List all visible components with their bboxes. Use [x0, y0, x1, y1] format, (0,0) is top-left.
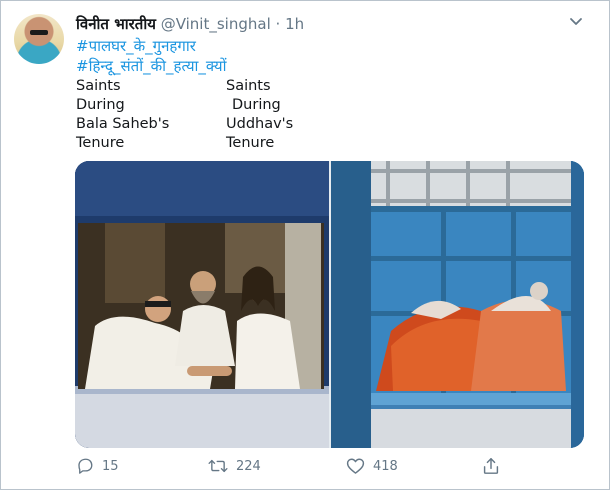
text-column-left: Saints During Bala Saheb's Tenure [76, 77, 169, 153]
retweet-button[interactable]: 224 [208, 457, 261, 475]
retweet-count: 224 [236, 458, 261, 474]
hashtag-palghar[interactable]: #पालघर_के_गुनहगार [76, 36, 196, 56]
share-icon [483, 458, 499, 474]
text-line: Tenure [76, 135, 125, 151]
like-icon [346, 458, 365, 474]
hashtag-hindu-saints[interactable]: #हिन्दू_संतों_की_हत्या_क्यों [76, 56, 227, 76]
text-line: Saints [226, 78, 271, 94]
text-line: Saints [76, 78, 121, 94]
text-line: Bala Saheb's [76, 116, 170, 132]
media-grid [75, 161, 584, 448]
chevron-down-icon[interactable] [568, 16, 584, 28]
reply-button[interactable]: 15 [76, 457, 119, 475]
action-bar: 15 224 418 [0, 457, 610, 479]
text-line: Uddhav's [226, 116, 294, 132]
reply-count: 15 [102, 458, 119, 474]
like-button[interactable]: 418 [346, 457, 398, 475]
share-button[interactable] [483, 457, 507, 475]
tweet-header: विनीत भारतीय @Vinit_singhal · 1h [76, 14, 304, 34]
photo-left[interactable] [75, 161, 329, 448]
text-column-right: Saints During Uddhav's Tenure [226, 77, 293, 153]
separator: · [275, 15, 281, 33]
avatar[interactable] [14, 14, 64, 64]
author-handle[interactable]: @Vinit_singhal [161, 15, 271, 33]
tweet-time[interactable]: 1h [285, 15, 304, 33]
retweet-icon [208, 459, 228, 473]
photo-right[interactable] [331, 161, 584, 448]
text-line: Tenure [226, 135, 275, 151]
author-name[interactable]: विनीत भारतीय [76, 15, 156, 33]
like-count: 418 [373, 458, 398, 474]
reply-icon [78, 458, 93, 474]
text-line: During [232, 97, 281, 113]
text-line: During [76, 97, 125, 113]
